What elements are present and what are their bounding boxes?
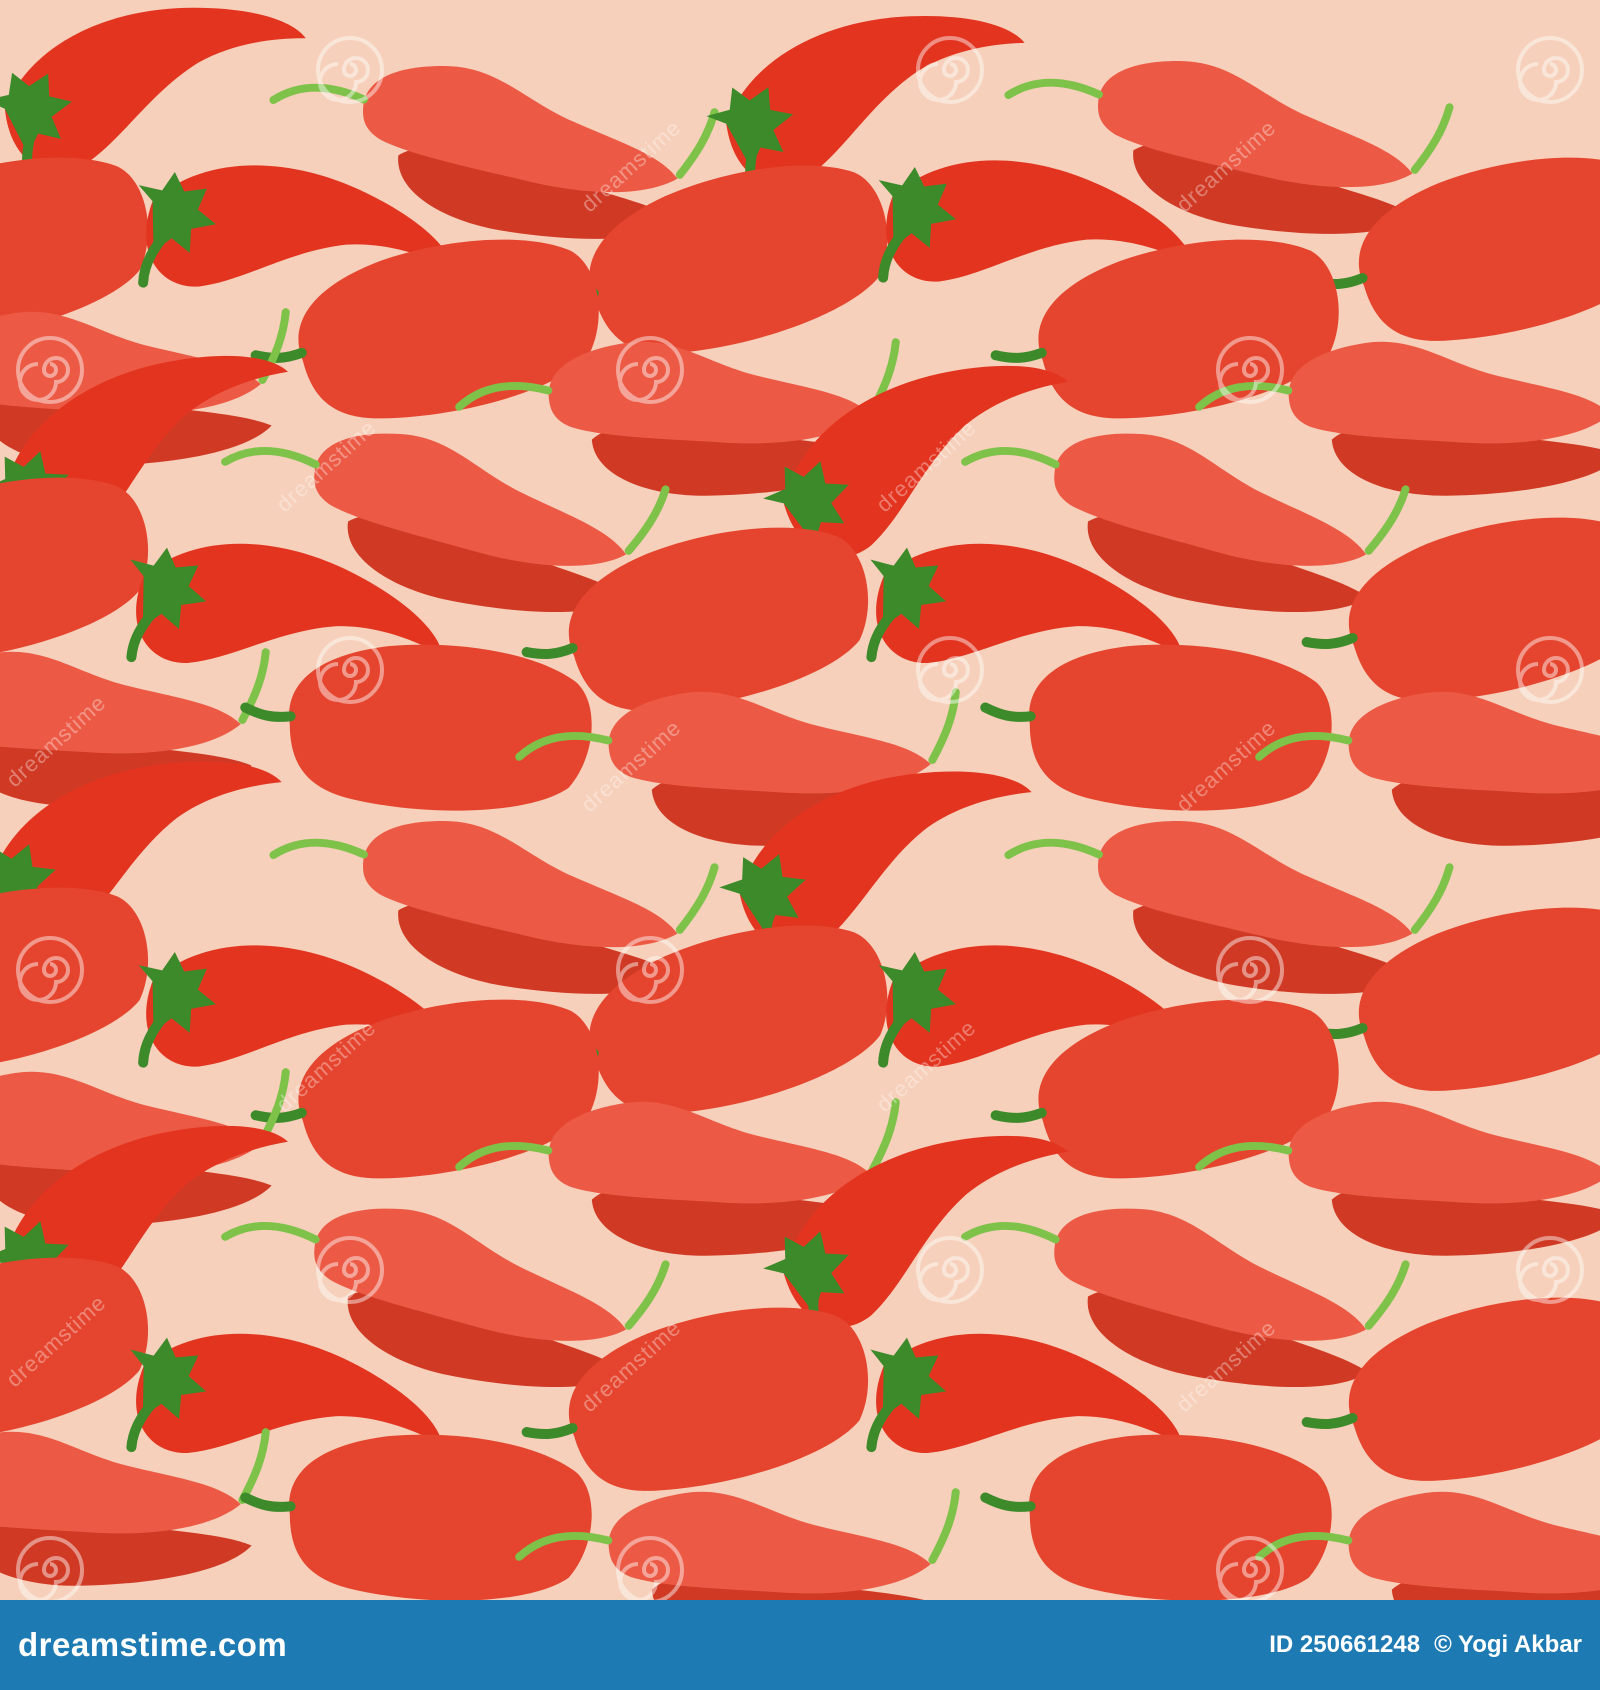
spiral-icon [16, 936, 84, 1004]
spiral-icon [1216, 1536, 1284, 1600]
author-credit: © Yogi Akbar [1434, 1631, 1582, 1658]
bell-pepper [237, 1415, 599, 1600]
spiral-icon [916, 636, 984, 704]
bell-pepper [0, 460, 163, 684]
spiral-icon [1216, 936, 1284, 1004]
credit-bar: dreamstime.com ID 250661248 © Yogi Akbar [0, 1600, 1600, 1690]
spiral-icon [616, 936, 684, 1004]
brand-logo-text[interactable]: dreamstime.com [18, 1626, 287, 1664]
spiral-icon [1216, 336, 1284, 404]
spiral-icon [616, 336, 684, 404]
spiral-icon [16, 336, 84, 404]
image-id: ID 250661248 [1269, 1631, 1421, 1658]
spiral-icon [316, 1236, 384, 1304]
image-credit: ID 250661248 © Yogi Akbar [1269, 1631, 1582, 1659]
pepper-pattern-svg [0, 0, 1600, 1600]
spiral-icon [316, 36, 384, 104]
spiral-icon [1516, 36, 1584, 104]
spiral-icon [916, 36, 984, 104]
bell-pepper [977, 625, 1339, 827]
pepper-pattern: dreamstime dreamstime dreamstime dreamst… [0, 0, 1600, 1600]
stock-image-frame: dreamstime dreamstime dreamstime dreamst… [0, 0, 1600, 1690]
spiral-icon [16, 1536, 84, 1600]
spiral-icon [916, 1236, 984, 1304]
spiral-icon [616, 1536, 684, 1600]
spiral-icon [1516, 1236, 1584, 1304]
spiral-icon [316, 636, 384, 704]
spiral-icon [1516, 636, 1584, 704]
